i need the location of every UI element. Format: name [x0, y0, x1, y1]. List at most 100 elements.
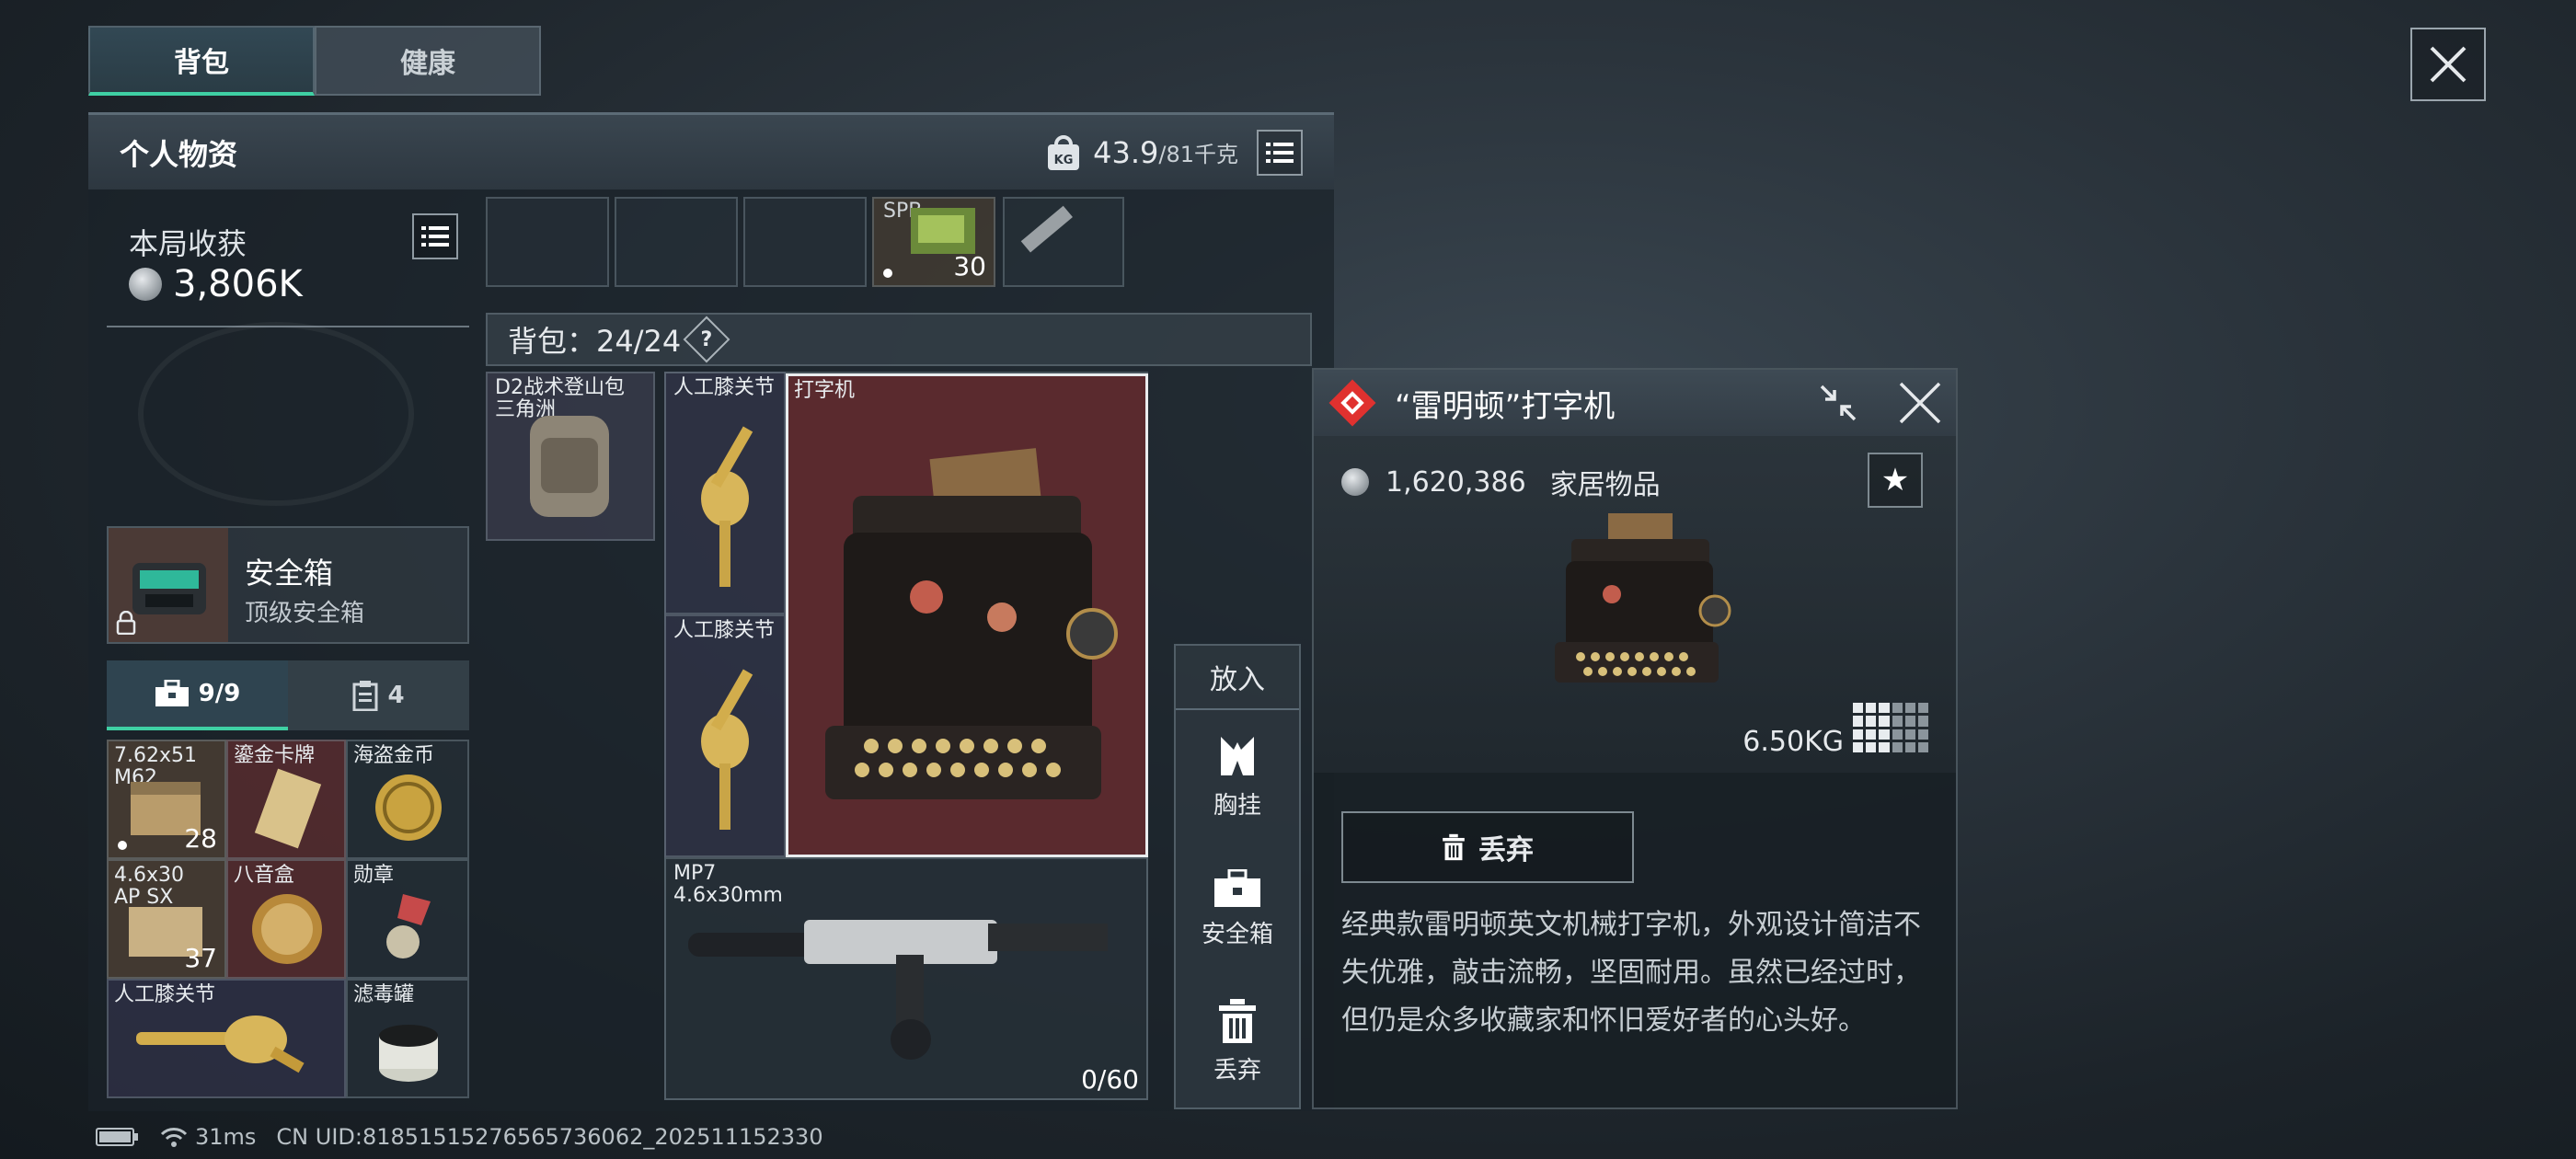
- discard-label: 丢弃: [1478, 834, 1534, 866]
- close-icon[interactable]: [1897, 380, 1943, 426]
- battery-icon: [96, 1128, 138, 1146]
- slot-empty[interactable]: [743, 197, 867, 287]
- harvest-list-button[interactable]: [412, 213, 458, 259]
- help-button[interactable]: ?: [683, 316, 730, 363]
- item-qty: 37: [184, 943, 217, 973]
- ping-indicator: 31ms: [160, 1124, 256, 1150]
- knee-joint-image: [701, 426, 753, 587]
- harvest-value-row: 3,806K: [129, 263, 303, 305]
- marker-dot: [118, 841, 127, 850]
- marker-dot: [883, 269, 892, 278]
- weight-kg-icon: KG: [1048, 134, 1080, 170]
- wifi-icon: [160, 1128, 188, 1147]
- put-safebox-label: 安全箱: [1201, 920, 1273, 948]
- toolbox-icon: [155, 680, 189, 706]
- detail-title: “雷明顿”打字机: [1395, 387, 1616, 425]
- knee-joint-image: [701, 669, 753, 830]
- safe-item-filter-canister[interactable]: 滤毒罐: [346, 979, 469, 1098]
- safebox-subtitle: 顶级安全箱: [245, 600, 365, 627]
- safe-item-ammo-762[interactable]: 7.62x51 M62 28: [107, 740, 226, 859]
- chest-rig-icon: [1221, 736, 1254, 775]
- tab-health[interactable]: 健康: [315, 26, 541, 96]
- discard-button[interactable]: 丢弃: [1341, 811, 1634, 883]
- equipped-backpack[interactable]: D2战术登山包 三角洲: [486, 372, 655, 541]
- bag-item-knee-joint[interactable]: 人工膝关节: [664, 614, 786, 857]
- tab-safebox-items[interactable]: 9/9: [107, 660, 288, 730]
- slot-empty[interactable]: [486, 197, 609, 287]
- clipboard-icon: [352, 681, 378, 711]
- safe-item-medal[interactable]: 勋章: [346, 859, 469, 979]
- safebox-name: 安全箱: [245, 556, 334, 591]
- tab-notes[interactable]: 4: [288, 660, 469, 730]
- knee-joint-image: [136, 1016, 305, 1073]
- weight-value: 43.9: [1093, 134, 1159, 170]
- user-uid: CN UID:818515152765657360​62_20251115233…: [276, 1124, 823, 1150]
- item-qty: 30: [953, 251, 986, 281]
- faction-emblem: [138, 322, 414, 506]
- status-bar: 31ms CN UID:818515152765657360​62_202511…: [96, 1124, 823, 1150]
- minimize-icon[interactable]: [1818, 383, 1858, 423]
- safe-item-gold-card[interactable]: 鎏金卡牌: [226, 740, 346, 859]
- put-chest-rig-button[interactable]: 胸挂: [1176, 710, 1299, 843]
- magazine-image: [1020, 205, 1073, 253]
- put-safebox-button[interactable]: 安全箱: [1176, 843, 1299, 975]
- weight-indicator: KG 43.9/81千克: [1045, 133, 1238, 172]
- safe-item-pirate-coin[interactable]: 海盗金币: [346, 740, 469, 859]
- slot-magazine[interactable]: [1003, 197, 1124, 287]
- tools-count: 9/9: [198, 680, 241, 707]
- safebox-tabs: 9/9 4: [107, 660, 469, 730]
- close-button[interactable]: [2410, 28, 2486, 101]
- harvest-title: 本局收获: [129, 226, 247, 261]
- list-icon: [1266, 142, 1294, 163]
- round-harvest: 本局收获 3,806K: [107, 201, 469, 327]
- slot-empty[interactable]: [615, 197, 738, 287]
- svg-text:KG: KG: [1054, 154, 1074, 167]
- backpack-image: [530, 416, 609, 517]
- typewriter-image: [825, 448, 1118, 799]
- coin-icon: [129, 268, 162, 301]
- star-icon: ★: [1880, 462, 1910, 499]
- item-qty: 28: [184, 823, 217, 854]
- filter-canister-image: [379, 1025, 438, 1082]
- ping-value: 31ms: [195, 1124, 257, 1150]
- put-chest-rig-label: 胸挂: [1213, 791, 1261, 820]
- safebox-slot[interactable]: 安全箱 顶级安全箱: [107, 526, 469, 644]
- mp7-ammo-count: 0/60: [1081, 1064, 1139, 1095]
- help-icon: ?: [700, 327, 713, 351]
- put-discard-button[interactable]: 丢弃: [1176, 975, 1299, 1107]
- detail-preview: 1,620,386 家居物品 ★ 6.50KG: [1314, 436, 1956, 773]
- tab-backpack[interactable]: 背包: [88, 26, 315, 96]
- medal-image: [386, 894, 431, 958]
- trash-icon: [1443, 833, 1465, 861]
- trash-icon: [1219, 998, 1256, 1043]
- put-into-panel: 放入 胸挂 安全箱 丢弃: [1174, 644, 1301, 1109]
- backpack-capacity-label: 背包：24/24: [508, 324, 682, 359]
- put-discard-label: 丢弃: [1213, 1056, 1261, 1084]
- backpack-capacity: 背包：24/24 ?: [486, 313, 1312, 366]
- harvest-value: 3,806K: [173, 263, 303, 305]
- safe-item-music-box[interactable]: 八音盒: [226, 859, 346, 979]
- section-title: 个人物资: [120, 136, 238, 172]
- safe-item-knee-joint[interactable]: 人工膝关节: [107, 979, 346, 1098]
- bag-item-mp7[interactable]: MP7 4.6x30mm 0/60: [664, 857, 1148, 1100]
- gold-card-image: [254, 768, 322, 849]
- sort-list-button[interactable]: [1257, 129, 1303, 176]
- detail-header: “雷明顿”打字机: [1314, 370, 1956, 436]
- item-size-grid-icon: [1853, 703, 1928, 752]
- list-icon: [421, 226, 449, 247]
- top-tabs: 背包 健康: [88, 26, 541, 96]
- safebox-image: [109, 528, 228, 642]
- diamond-icon: [1328, 379, 1376, 427]
- close-icon: [2430, 46, 2467, 83]
- bag-item-typewriter[interactable]: 打字机: [786, 373, 1148, 857]
- item-price: 1,620,386: [1386, 465, 1526, 499]
- item-detail-panel: “雷明顿”打字机 1,620,386 家居物品 ★ 6.50KG 丢弃 经典款雷…: [1312, 368, 1958, 1109]
- put-into-title: 放入: [1176, 646, 1299, 710]
- favorite-button[interactable]: ★: [1868, 453, 1923, 508]
- safe-item-ammo-46[interactable]: 4.6x30 AP SX 37: [107, 859, 226, 979]
- toolbox-icon: [1214, 868, 1260, 907]
- lock-icon: [116, 611, 136, 635]
- bag-item-knee-joint[interactable]: 人工膝关节: [664, 372, 786, 614]
- slot-spb-ammo[interactable]: SPB 30: [872, 197, 995, 287]
- item-description: 经典款雷明顿英文机械打字机，外观设计简洁不失优雅，敲击流畅，坚固耐用。虽然已经过…: [1341, 909, 1921, 1037]
